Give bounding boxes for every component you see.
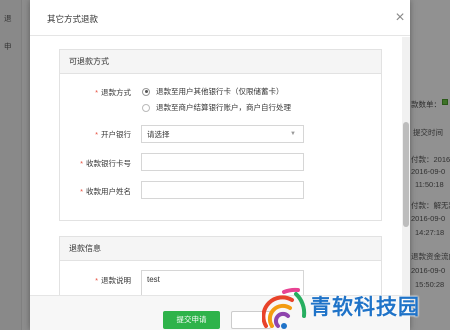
- dialog-title: 其它方式退款: [47, 14, 99, 24]
- required-marker: *: [95, 88, 98, 97]
- close-icon[interactable]: ×: [392, 10, 408, 26]
- radio-option-label: 退款至商户结算银行账户，商户自行处理: [156, 103, 291, 112]
- panel-heading: 退款信息: [60, 237, 381, 261]
- required-marker: *: [80, 159, 83, 168]
- radio-option-other-bank-card[interactable]: 退款至用户其他银行卡（仅限储蓄卡）: [142, 86, 284, 97]
- radio-option-label: 退款至用户其他银行卡（仅限储蓄卡）: [156, 87, 284, 96]
- card-number-input[interactable]: [141, 153, 304, 171]
- chevron-down-icon: ▼: [290, 131, 296, 137]
- required-marker: *: [80, 187, 83, 196]
- refund-method-label: * 退款方式: [95, 88, 131, 97]
- radio-option-merchant-account[interactable]: 退款至商户结算银行账户，商户自行处理: [142, 102, 291, 113]
- panel-heading: 可退款方式: [60, 50, 381, 74]
- radio-checked-icon[interactable]: [142, 87, 150, 96]
- required-marker: *: [95, 276, 98, 285]
- bank-label: * 开户银行: [95, 130, 131, 139]
- watermark-icon: [262, 287, 307, 329]
- card-number-label: * 收款银行卡号: [80, 159, 131, 168]
- scrollbar-thumb[interactable]: [403, 122, 409, 227]
- bank-select-value: 请选择: [147, 130, 170, 139]
- refund-dialog: 其它方式退款 × 可退款方式 * 退款方式 退款至用户其他银行卡（仅限储蓄卡） 退…: [30, 0, 410, 330]
- required-marker: *: [95, 130, 98, 139]
- dialog-scrollbar[interactable]: [402, 37, 410, 295]
- watermark-text: 青软科技园: [310, 295, 420, 319]
- submit-button[interactable]: 提交申请: [163, 311, 220, 329]
- bank-select[interactable]: 请选择 ▼: [141, 125, 304, 143]
- account-name-label: * 收款用户姓名: [80, 187, 131, 196]
- dialog-header: 其它方式退款 ×: [30, 0, 410, 36]
- dialog-body[interactable]: 可退款方式 * 退款方式 退款至用户其他银行卡（仅限储蓄卡） 退款至商户结算银行账…: [30, 37, 402, 295]
- account-name-input[interactable]: [141, 181, 304, 199]
- refund-reason-label: * 退款说明: [95, 276, 131, 285]
- radio-unchecked-icon[interactable]: [142, 103, 150, 112]
- watermark-logo: 青软科技园: [262, 285, 450, 330]
